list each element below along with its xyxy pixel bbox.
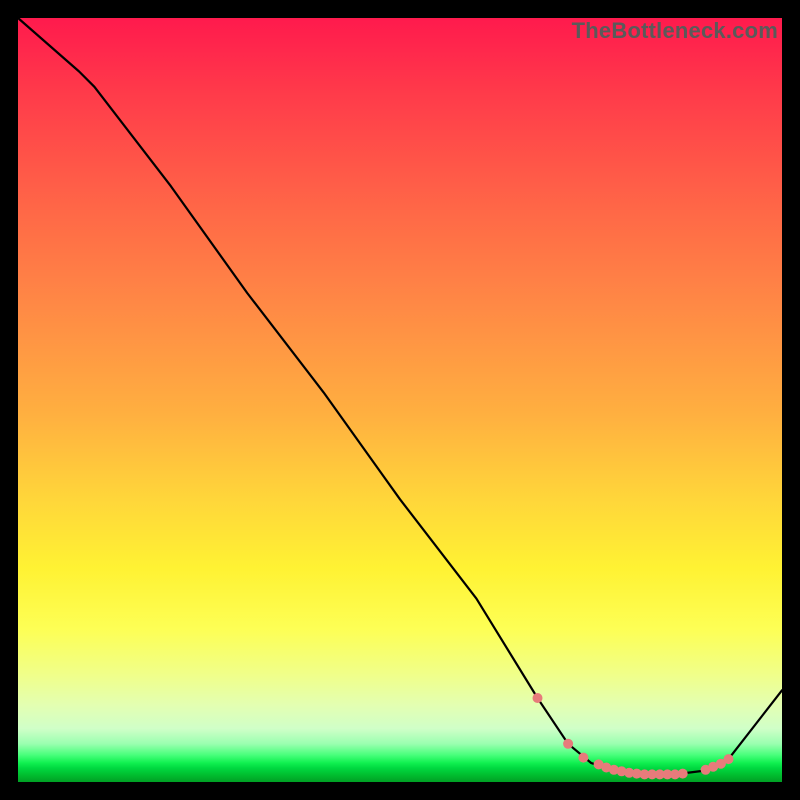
- chart-frame: TheBottleneck.com: [18, 18, 782, 782]
- marker-dot: [578, 753, 588, 763]
- marker-dot: [724, 754, 734, 764]
- curve-layer: [18, 18, 782, 782]
- marker-dot: [678, 769, 688, 779]
- marker-dot: [563, 739, 573, 749]
- marker-dot: [533, 693, 543, 703]
- bottleneck-curve: [18, 18, 782, 774]
